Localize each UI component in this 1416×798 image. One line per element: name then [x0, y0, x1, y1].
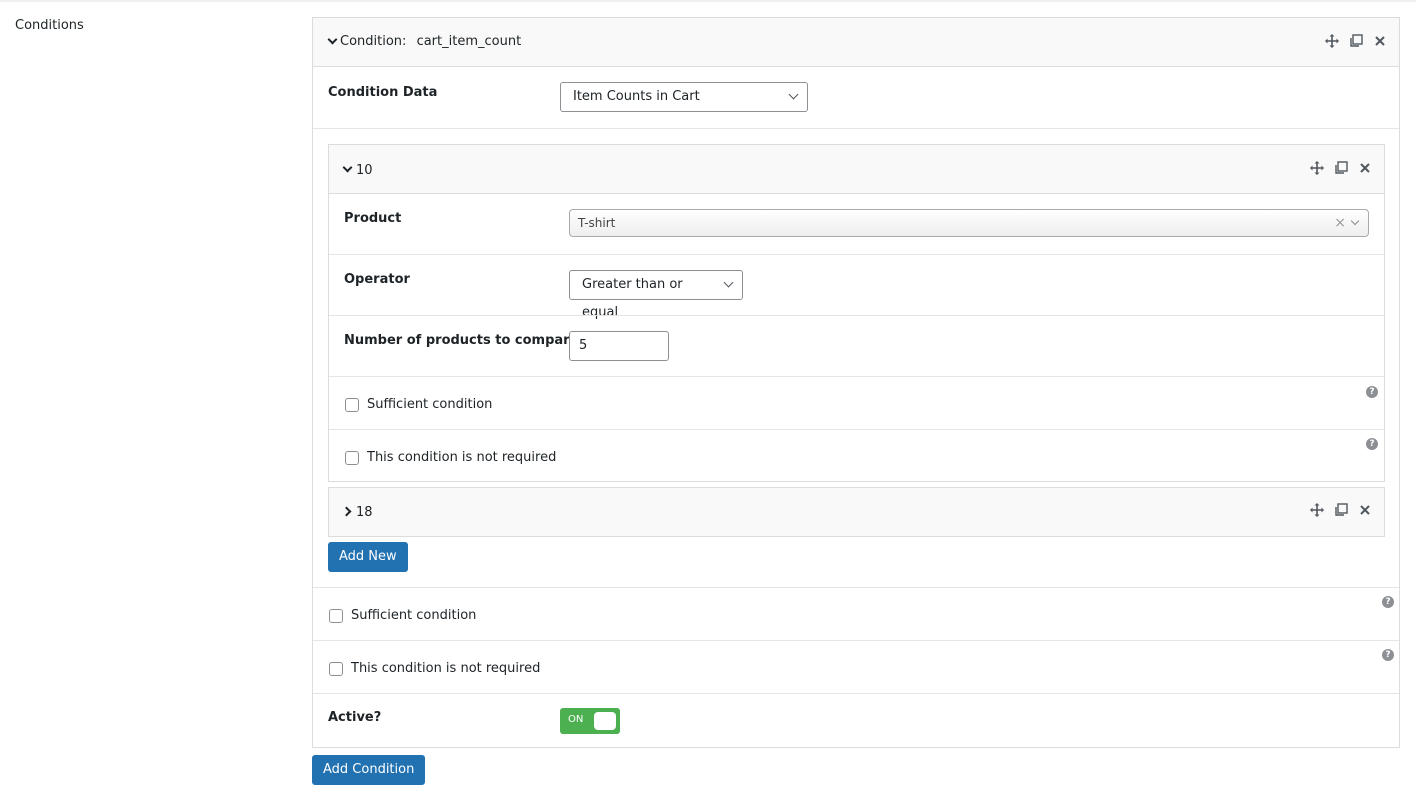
duplicate-icon[interactable] — [1332, 158, 1350, 178]
active-label: Active? — [328, 710, 382, 725]
sub-condition-id: 18 — [356, 505, 373, 520]
chevron-down-icon[interactable] — [327, 34, 338, 45]
move-icon[interactable] — [1323, 31, 1341, 51]
duplicate-icon[interactable] — [1332, 500, 1350, 520]
condition-prefix: Condition: — [340, 34, 407, 49]
product-label: Product — [344, 211, 402, 226]
close-icon[interactable] — [1356, 158, 1374, 178]
add-new-button[interactable]: Add New — [328, 542, 408, 572]
clear-icon[interactable]: × — [1334, 210, 1346, 236]
move-icon[interactable] — [1308, 500, 1326, 520]
sub-condition-tools — [1308, 500, 1374, 520]
toggle-knob — [594, 712, 616, 730]
divider — [329, 315, 1384, 316]
sufficient-checkbox[interactable] — [345, 397, 359, 412]
sufficient-row: Sufficient condition — [345, 397, 492, 412]
duplicate-icon[interactable] — [1347, 31, 1365, 51]
not-required-row: This condition is not required — [345, 450, 556, 465]
product-select[interactable]: T-shirt × — [569, 209, 1369, 237]
close-icon[interactable] — [1371, 31, 1389, 51]
sufficient-label: Sufficient condition — [367, 397, 493, 412]
sub-condition-18[interactable]: 18 — [328, 487, 1385, 537]
outer-sufficient-label: Sufficient condition — [351, 608, 477, 623]
active-toggle[interactable]: ON — [560, 708, 620, 734]
sub-condition-10: 10 Product T-shirt × Operator Greater th… — [328, 144, 1385, 482]
operator-value: Greater than or equal — [582, 277, 683, 320]
chevron-down-icon[interactable] — [342, 162, 353, 173]
chevron-right-icon[interactable] — [341, 506, 352, 517]
move-icon[interactable] — [1308, 158, 1326, 178]
condition-box: Condition: cart_item_count Condition Dat… — [312, 17, 1400, 748]
top-divider — [0, 0, 1416, 2]
condition-data-select[interactable]: Item Counts in Cart — [560, 82, 808, 112]
section-label: Conditions — [15, 18, 84, 33]
chevron-down-icon — [788, 89, 799, 100]
divider — [329, 376, 1384, 377]
chevron-down-icon — [1350, 216, 1360, 226]
divider — [313, 640, 1399, 641]
sub-condition-tools — [1308, 158, 1374, 178]
condition-header[interactable]: Condition: cart_item_count — [313, 18, 1399, 67]
operator-select[interactable]: Greater than or equal — [569, 270, 743, 320]
condition-data-value: Item Counts in Cart — [573, 89, 700, 104]
product-value: T-shirt — [578, 216, 616, 230]
chevron-down-icon — [723, 277, 734, 288]
not-required-label: This condition is not required — [367, 450, 557, 465]
number-input[interactable]: 5 — [569, 331, 669, 361]
not-required-checkbox[interactable] — [345, 450, 359, 465]
outer-sufficient-row: Sufficient condition — [329, 608, 476, 623]
help-icon[interactable]: ? — [1382, 596, 1394, 608]
sub-condition-header[interactable]: 10 — [329, 145, 1384, 194]
sub-condition-id: 10 — [356, 163, 373, 178]
operator-label: Operator — [344, 272, 410, 287]
divider — [329, 429, 1384, 430]
condition-data-label: Condition Data — [328, 85, 438, 100]
toggle-on-label: ON — [568, 714, 584, 725]
outer-not-required-row: This condition is not required — [329, 661, 540, 676]
divider — [313, 587, 1399, 588]
divider — [329, 254, 1384, 255]
close-icon[interactable] — [1356, 500, 1374, 520]
divider — [313, 693, 1399, 694]
condition-tools — [1323, 31, 1389, 51]
add-condition-button[interactable]: Add Condition — [312, 755, 426, 785]
help-icon[interactable]: ? — [1382, 649, 1394, 661]
help-icon[interactable]: ? — [1366, 386, 1378, 398]
outer-not-required-label: This condition is not required — [351, 661, 541, 676]
help-icon[interactable]: ? — [1366, 438, 1378, 450]
outer-not-required-checkbox[interactable] — [329, 661, 343, 676]
number-label: Number of products to compare — [344, 333, 579, 348]
outer-sufficient-checkbox[interactable] — [329, 608, 343, 623]
divider — [313, 128, 1399, 129]
condition-name: cart_item_count — [416, 34, 522, 49]
